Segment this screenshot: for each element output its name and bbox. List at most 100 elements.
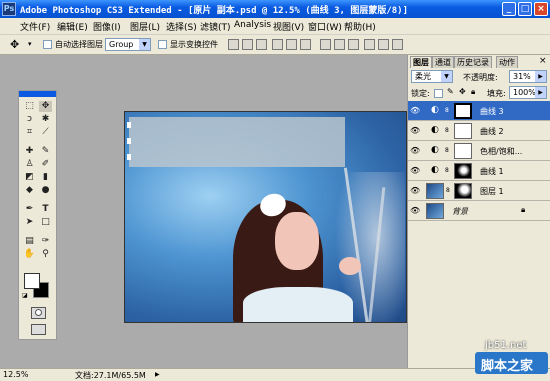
eye-icon[interactable]: 👁︎ xyxy=(410,186,420,196)
history-brush-tool-icon[interactable]: ✐ xyxy=(39,159,52,170)
layer-row-hue-saturation[interactable]: 👁︎ ◐ 8 色相/饱和... xyxy=(408,141,550,161)
layer-mask-thumbnail[interactable] xyxy=(454,123,472,139)
align-bottom-icon[interactable] xyxy=(256,39,267,50)
layer-thumbnail[interactable] xyxy=(426,183,444,199)
hue-saturation-adjustment-icon: ◐ xyxy=(431,145,439,155)
slice-tool-icon[interactable]: ⟋ xyxy=(39,127,52,138)
chevron-right-icon[interactable]: ▶ xyxy=(155,371,160,378)
show-transform-checkbox[interactable] xyxy=(158,40,167,49)
show-transform-label: 显示变换控件 xyxy=(170,40,218,49)
tab-history[interactable]: 历史记录 xyxy=(454,56,492,68)
layer-mask-thumbnail[interactable] xyxy=(454,183,472,199)
lasso-tool-icon[interactable]: ↄ xyxy=(23,114,36,125)
align-hcenter-icon[interactable] xyxy=(286,39,297,50)
text-fragment xyxy=(127,138,131,144)
notes-tool-icon[interactable]: ▤ xyxy=(23,236,36,247)
status-bar: 12.5% 文档:27.1M/65.5M ▶ xyxy=(0,368,550,381)
menu-file[interactable]: 文件(F) xyxy=(20,20,50,33)
default-colors-icon[interactable]: ◪ xyxy=(22,292,28,299)
panel-close-icon[interactable]: × xyxy=(539,56,547,66)
align-top-icon[interactable] xyxy=(228,39,239,50)
blend-mode-select[interactable]: 柔光 ▼ xyxy=(411,70,453,83)
toolbox-grip[interactable] xyxy=(19,91,56,97)
eyedropper-tool-icon[interactable]: ✑ xyxy=(39,236,52,247)
layer-row-layer-1[interactable]: 👁︎ 8 图层 1 xyxy=(408,181,550,201)
menu-image[interactable]: 图像(I) xyxy=(93,20,121,33)
distribute-top-icon[interactable] xyxy=(320,39,331,50)
layer-row-curves-3[interactable]: 👁︎ ◐ 8 曲线 3 xyxy=(408,101,550,121)
distribute-bottom-icon[interactable] xyxy=(348,39,359,50)
menu-help[interactable]: 帮助(H) xyxy=(344,20,376,33)
opacity-field[interactable]: 31% ▶ xyxy=(509,70,547,83)
menu-view[interactable]: 视图(V) xyxy=(273,20,304,33)
foreground-color-swatch[interactable] xyxy=(24,273,40,289)
marquee-tool-icon[interactable]: ⬚ xyxy=(23,101,36,112)
lock-icon: 🔒︎ xyxy=(521,205,526,214)
magic-wand-tool-icon[interactable]: ✱ xyxy=(39,114,52,125)
layer-mask-thumbnail[interactable] xyxy=(454,163,472,179)
menu-edit[interactable]: 编辑(E) xyxy=(57,20,88,33)
screen-mode-icon[interactable] xyxy=(31,324,46,335)
distribute-left-icon[interactable] xyxy=(364,39,375,50)
fill-field[interactable]: 100% ▶ xyxy=(509,86,547,99)
close-button[interactable]: × xyxy=(534,2,548,16)
lock-all-icon[interactable]: 🔒︎ xyxy=(471,87,475,97)
layer-row-curves-2[interactable]: 👁︎ ◐ 8 曲线 2 xyxy=(408,121,550,141)
tab-actions[interactable]: 动作 xyxy=(496,56,518,68)
hand-tool-icon[interactable]: ✋ xyxy=(23,249,36,260)
zoom-level[interactable]: 12.5% xyxy=(3,370,28,379)
dodge-tool-icon[interactable]: ● xyxy=(39,185,52,196)
tab-channels[interactable]: 通道 xyxy=(432,56,454,68)
layer-row-background[interactable]: 👁︎ 背景 🔒︎ xyxy=(408,201,550,221)
clone-stamp-tool-icon[interactable]: ♙ xyxy=(23,159,36,170)
chevron-right-icon: ▶ xyxy=(535,71,546,82)
path-selection-tool-icon[interactable]: ➤ xyxy=(23,217,36,228)
link-icon: 8 xyxy=(445,127,449,134)
eraser-tool-icon[interactable]: ◩ xyxy=(23,172,36,183)
eye-icon[interactable]: 👁︎ xyxy=(410,166,420,176)
crop-tool-icon[interactable]: ⌗ xyxy=(23,127,36,138)
align-right-icon[interactable] xyxy=(300,39,311,50)
menu-analysis[interactable]: Analysis xyxy=(234,20,271,30)
align-left-icon[interactable] xyxy=(272,39,283,50)
layer-mask-thumbnail[interactable] xyxy=(454,143,472,159)
eye-icon[interactable]: 👁︎ xyxy=(410,146,420,156)
menu-window[interactable]: 窗口(W) xyxy=(308,20,342,33)
auto-select-group-select[interactable]: Group ▼ xyxy=(105,38,151,51)
blur-tool-icon[interactable]: ◆ xyxy=(23,185,36,196)
gradient-tool-icon[interactable]: ▮ xyxy=(39,172,52,183)
type-tool-icon[interactable]: T xyxy=(39,204,52,215)
distribute-right-icon[interactable] xyxy=(392,39,403,50)
shape-tool-icon[interactable]: □ xyxy=(39,217,52,228)
opacity-label: 不透明度: xyxy=(463,73,498,82)
brush-tool-icon[interactable]: ✎ xyxy=(39,146,52,157)
menu-filter[interactable]: 滤镜(T) xyxy=(200,20,231,33)
distribute-vcenter-icon[interactable] xyxy=(334,39,345,50)
align-vcenter-icon[interactable] xyxy=(242,39,253,50)
link-icon: 8 xyxy=(445,147,449,154)
document-canvas[interactable] xyxy=(124,111,407,323)
menu-layer[interactable]: 图层(L) xyxy=(130,20,160,33)
zoom-tool-icon[interactable]: ⚲ xyxy=(39,249,52,260)
eye-icon[interactable]: 👁︎ xyxy=(410,126,420,136)
healing-brush-tool-icon[interactable]: ✚ xyxy=(23,146,36,157)
layer-thumbnail[interactable] xyxy=(426,203,444,219)
quick-mask-icon[interactable] xyxy=(31,307,46,319)
lock-paint-icon[interactable]: ✎ xyxy=(447,87,454,96)
lock-move-icon[interactable]: ✥ xyxy=(459,87,466,96)
move-tool-icon[interactable]: ✥ xyxy=(10,38,19,51)
menu-select[interactable]: 选择(S) xyxy=(166,20,197,33)
layer-mask-thumbnail[interactable] xyxy=(454,103,472,119)
minimize-button[interactable]: _ xyxy=(502,2,516,16)
eye-icon[interactable]: 👁︎ xyxy=(410,106,420,116)
tool-preset-dropdown-icon[interactable]: ▾ xyxy=(28,40,32,48)
tab-layers[interactable]: 图层 xyxy=(410,56,432,68)
move-tool-icon[interactable]: ✥ xyxy=(39,101,52,112)
maximize-button[interactable]: □ xyxy=(518,2,532,16)
eye-icon[interactable]: 👁︎ xyxy=(410,206,420,216)
layer-row-curves-1[interactable]: 👁︎ ◐ 8 曲线 1 xyxy=(408,161,550,181)
auto-select-checkbox[interactable] xyxy=(43,40,52,49)
lock-transparent-icon[interactable] xyxy=(434,89,443,98)
distribute-hcenter-icon[interactable] xyxy=(378,39,389,50)
pen-tool-icon[interactable]: ✒ xyxy=(23,204,36,215)
